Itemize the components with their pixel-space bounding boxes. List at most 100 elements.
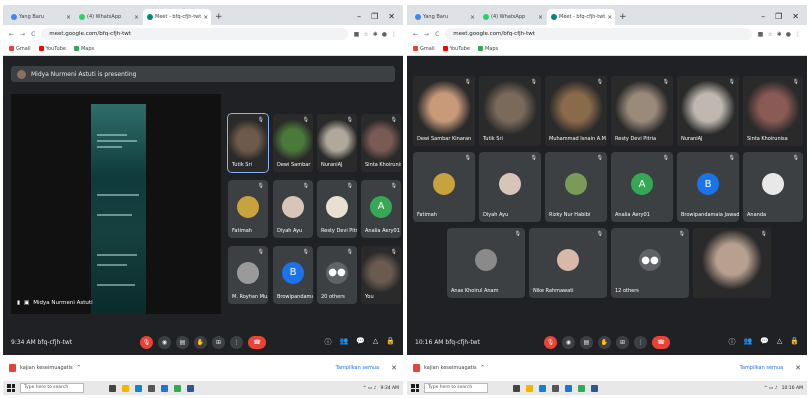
- bookmark-maps[interactable]: Maps: [477, 46, 498, 52]
- minimize-icon[interactable]: –: [357, 12, 361, 21]
- close-icon[interactable]: ×: [203, 14, 208, 21]
- file-explorer-icon[interactable]: [526, 384, 533, 392]
- info-icon[interactable]: ⓘ: [324, 337, 331, 347]
- chat-icon[interactable]: 💬: [760, 337, 769, 347]
- browser-tab[interactable]: (4) WhatsApp ×: [75, 9, 143, 25]
- lock-icon[interactable]: 🔒: [790, 337, 799, 347]
- bookmark-youtube[interactable]: YouTube: [38, 46, 66, 52]
- edge-icon[interactable]: [539, 384, 546, 392]
- camera-button[interactable]: ◉: [562, 335, 575, 349]
- star-icon[interactable]: ☆: [767, 31, 772, 38]
- captions-button[interactable]: ▤: [580, 335, 593, 349]
- more-options-button[interactable]: ⋮: [230, 335, 243, 349]
- menu-icon[interactable]: ⋮: [795, 31, 801, 38]
- participant-tile[interactable]: B 🎙 Browipandama...: [273, 246, 313, 304]
- people-icon[interactable]: 👥: [339, 337, 348, 347]
- close-icon[interactable]: ×: [607, 14, 612, 21]
- tray-clock[interactable]: 10:16 AM: [782, 386, 803, 391]
- activities-icon[interactable]: △: [777, 337, 782, 347]
- activities-icon[interactable]: △: [373, 337, 378, 347]
- store-icon[interactable]: [552, 384, 559, 392]
- browser-tab-active[interactable]: Meet - bfq-cfjh-twt ×: [547, 9, 615, 25]
- url-field[interactable]: meet.google.com/bfq-cfjh-twt: [445, 28, 752, 40]
- windows-start-icon[interactable]: [7, 384, 15, 392]
- mail-icon[interactable]: [565, 384, 572, 392]
- participant-tile[interactable]: A 🎙 Analia Aery01: [611, 152, 673, 222]
- maximize-icon[interactable]: ❐: [371, 12, 378, 21]
- tray-icons[interactable]: ^ ▭ ♪: [363, 386, 377, 391]
- participant-tile[interactable]: 🎙 Resty Devi Pitria: [611, 76, 673, 146]
- bookmark-youtube[interactable]: YouTube: [442, 46, 470, 52]
- chrome-icon[interactable]: [174, 384, 181, 392]
- taskbar-search[interactable]: Type here to search: [424, 383, 488, 393]
- new-tab-icon[interactable]: +: [615, 12, 631, 25]
- taskbar-search[interactable]: Type here to search: [20, 383, 84, 393]
- close-window-icon[interactable]: ✕: [388, 12, 395, 21]
- chevron-up-icon[interactable]: ^: [77, 365, 81, 371]
- bookmark-gmail[interactable]: Gmail: [413, 46, 435, 52]
- mail-icon[interactable]: [161, 384, 168, 392]
- chevron-up-icon[interactable]: ^: [481, 365, 485, 371]
- minimize-icon[interactable]: –: [761, 12, 765, 21]
- show-all-link[interactable]: Tampilkan semua: [336, 365, 380, 371]
- participant-tile[interactable]: 🎙 Sinta Khoirunisa: [743, 76, 803, 146]
- participant-tile[interactable]: ●● 🎙 12 others: [611, 228, 689, 298]
- participant-tile[interactable]: 🎙 Muhammad Isnain A.M: [545, 76, 607, 146]
- mic-off-button[interactable]: 🎙: [544, 335, 557, 349]
- profile-icon[interactable]: ●: [382, 31, 387, 38]
- forward-icon[interactable]: →: [424, 31, 429, 38]
- raise-hand-button[interactable]: ✋: [598, 335, 611, 349]
- tray-clock[interactable]: 9:34 AM: [381, 386, 400, 391]
- participant-tile[interactable]: 🎙 Sinta Khoirunisa: [361, 114, 401, 172]
- participant-tile[interactable]: B 🎙 Browipandamaia Jawad...: [677, 152, 739, 222]
- participant-tile[interactable]: 🎙 Ananda: [743, 152, 803, 222]
- word-icon[interactable]: [187, 384, 194, 392]
- participant-tile[interactable]: 🎙 Diyah Ayu: [479, 152, 541, 222]
- participant-tile[interactable]: 🎙 Fatimah: [228, 180, 268, 238]
- show-all-link[interactable]: Tampilkan semua: [740, 365, 784, 371]
- forward-icon[interactable]: →: [20, 31, 25, 38]
- participant-tile[interactable]: 🎙 NuraniAJ: [677, 76, 739, 146]
- participant-tile[interactable]: 🎙 Anas Khoirul Anam: [447, 228, 525, 298]
- chat-icon[interactable]: 💬: [356, 337, 365, 347]
- task-view-icon[interactable]: [513, 384, 520, 392]
- bookmark-gmail[interactable]: Gmail: [9, 46, 31, 52]
- new-tab-icon[interactable]: +: [211, 12, 227, 25]
- store-icon[interactable]: [148, 384, 155, 392]
- back-icon[interactable]: ←: [413, 31, 418, 38]
- close-icon[interactable]: ✕: [795, 364, 801, 372]
- participant-tile[interactable]: 🎙: [693, 228, 771, 298]
- browser-tab[interactable]: Yang Baru ×: [7, 9, 75, 25]
- close-icon[interactable]: ×: [470, 14, 475, 21]
- participant-tile[interactable]: 🎙 M. Royhan Mu...: [228, 246, 268, 304]
- browser-tab[interactable]: (4) WhatsApp ×: [479, 9, 547, 25]
- more-options-button[interactable]: ⋮: [634, 335, 647, 349]
- maximize-icon[interactable]: ❐: [775, 12, 782, 21]
- browser-tab-active[interactable]: Meet - bfq-cfjh-twt ×: [143, 9, 211, 25]
- star-icon[interactable]: ☆: [363, 31, 368, 38]
- participant-tile[interactable]: 🎙 Tutik Sri: [227, 113, 269, 173]
- participant-tile[interactable]: A 🎙 Analia Aery01: [361, 180, 401, 238]
- url-field[interactable]: meet.google.com/bfq-cfjh-twt: [41, 28, 348, 40]
- present-button[interactable]: ⊞: [212, 335, 225, 349]
- participant-tile[interactable]: 🎙 NuraniAJ: [317, 114, 357, 172]
- reload-icon[interactable]: C: [31, 31, 35, 38]
- edge-icon[interactable]: [135, 384, 142, 392]
- download-item[interactable]: kajian keseimuagatis: [20, 365, 73, 371]
- file-explorer-icon[interactable]: [122, 384, 129, 392]
- participant-tile[interactable]: 🎙 Fatimah: [413, 152, 475, 222]
- participant-tile[interactable]: 🎙 You: [361, 246, 401, 304]
- lock-icon[interactable]: 🔒: [386, 337, 395, 347]
- back-icon[interactable]: ←: [9, 31, 14, 38]
- people-icon[interactable]: 👥: [743, 337, 752, 347]
- close-icon[interactable]: ×: [134, 14, 139, 21]
- camera-button[interactable]: ◉: [158, 335, 171, 349]
- browser-tab[interactable]: Yang Baru ×: [411, 9, 479, 25]
- tray-icons[interactable]: ^ ▭ ♪: [764, 386, 778, 391]
- puzzle-icon[interactable]: ✱: [777, 31, 782, 38]
- info-icon[interactable]: ⓘ: [728, 337, 735, 347]
- close-icon[interactable]: ×: [66, 14, 71, 21]
- windows-start-icon[interactable]: [411, 384, 419, 392]
- word-icon[interactable]: [591, 384, 598, 392]
- download-item[interactable]: kajian keseimuagatis: [424, 365, 477, 371]
